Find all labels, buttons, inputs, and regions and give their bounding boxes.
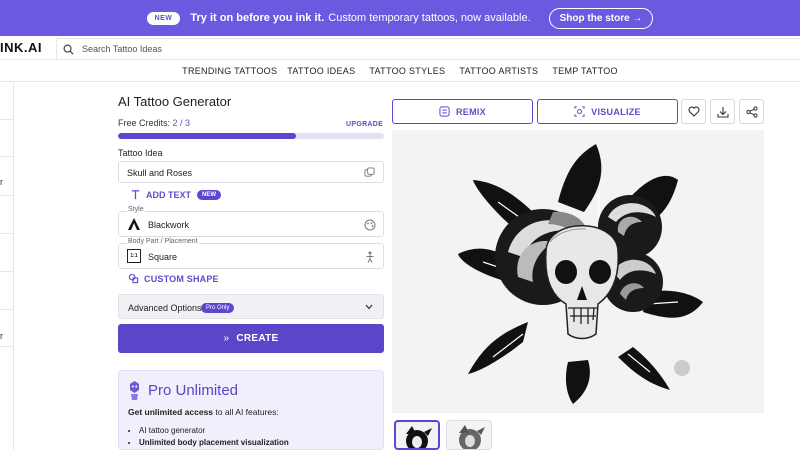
create-label: CREATE (236, 333, 279, 344)
remix-icon (439, 106, 450, 117)
add-text-button[interactable]: ADD TEXT NEW (130, 189, 221, 200)
advanced-options-toggle[interactable]: Advanced Options Pro Only (118, 294, 384, 319)
copy-icon[interactable] (364, 167, 375, 178)
variant-thumbnail-2[interactable] (446, 420, 492, 450)
credits-label: Free Credits: 2 / 3 (118, 118, 190, 128)
visualize-icon (574, 106, 585, 117)
logo[interactable]: INK.AI (0, 40, 42, 55)
search-icon (63, 44, 74, 55)
variant-thumbnail-1[interactable] (394, 420, 440, 450)
download-icon (716, 106, 729, 118)
square-ratio-icon: 1:1 (127, 249, 141, 263)
thumbnail-tattoo-image (406, 426, 432, 448)
add-text-label: ADD TEXT (146, 189, 191, 200)
left-sidebar: r r (0, 82, 14, 450)
style-label: Style (127, 206, 145, 213)
advanced-options-label: Advanced Options (128, 303, 202, 313)
palette-icon (364, 219, 376, 231)
placement-value: Square (148, 252, 178, 262)
generated-tattoo-preview[interactable] (392, 130, 764, 413)
nav-trending-tattoos[interactable]: TRENDING TATTOOS (177, 60, 282, 81)
custom-shape-button[interactable]: CUSTOM SHAPE (128, 273, 219, 284)
share-icon (745, 105, 758, 118)
tattoo-idea-label: Tattoo Idea (118, 148, 163, 158)
search-input[interactable]: Search Tattoo Ideas (56, 38, 800, 60)
placement-select[interactable]: Body Part / Placement 1:1 Square (118, 238, 384, 269)
heart-icon (687, 106, 700, 117)
remix-button[interactable]: REMIX (392, 99, 533, 124)
favorite-button[interactable] (681, 99, 706, 124)
pro-only-badge: Pro Only (201, 303, 235, 313)
remix-label: REMIX (455, 106, 486, 117)
pro-card-subtitle: Get unlimited access to all AI features: (128, 407, 279, 417)
promo-banner: NEW Try it on before you ink it. Custom … (0, 0, 800, 36)
style-value: Blackwork (148, 220, 190, 230)
main-nav: TRENDING TATTOOS TATTOO IDEAS TATTOO STY… (0, 60, 800, 82)
blackwork-style-thumbnail (128, 218, 140, 230)
nav-tattoo-styles[interactable]: TATTOO STYLES (360, 60, 450, 81)
site-header: INK.AI Search Tattoo Ideas (0, 36, 800, 60)
nav-temp-tattoo[interactable]: TEMP TATTOO (543, 60, 622, 81)
visualize-label: VISUALIZE (591, 106, 641, 117)
new-badge: NEW (146, 11, 181, 25)
visualize-button[interactable]: VISUALIZE (537, 99, 678, 124)
style-select[interactable]: Style Blackwork (118, 206, 384, 237)
nav-tattoo-ideas[interactable]: TATTOO IDEAS (282, 60, 360, 81)
tattoo-idea-value: Skull and Roses (127, 168, 193, 178)
tattoo-idea-input[interactable]: Skull and Roses (118, 161, 384, 183)
nav-tattoo-artists[interactable]: TATTOO ARTISTS (450, 60, 543, 81)
pro-feature-list: AI tattoo generator Unlimited body place… (139, 426, 289, 450)
credits-value: 2 / 3 (172, 118, 191, 128)
shop-store-button[interactable]: Shop the store → (548, 7, 654, 29)
promo-headline: Try it on before you ink it. (190, 12, 325, 24)
search-placeholder: Search Tattoo Ideas (82, 44, 162, 54)
credits-progress-bar (118, 133, 384, 139)
custom-shape-label: CUSTOM SHAPE (144, 273, 219, 284)
placement-label: Body Part / Placement (127, 238, 199, 245)
pro-feature-item: AI tattoo generator (139, 426, 289, 435)
pro-robot-icon (130, 381, 139, 400)
person-icon (366, 251, 374, 263)
chevron-down-icon (365, 304, 373, 310)
pro-card-subtitle-rest: to all AI features: (215, 407, 279, 417)
credits-progress-fill (118, 133, 297, 139)
credits-text: Free Credits: (118, 118, 171, 128)
text-icon (131, 190, 140, 200)
share-button[interactable] (739, 99, 764, 124)
skull-roses-tattoo-image (458, 144, 703, 404)
pro-card-subtitle-bold: Get unlimited access (128, 407, 214, 417)
download-button[interactable] (710, 99, 735, 124)
page-title: AI Tattoo Generator (118, 94, 232, 109)
promo-text: Custom temporary tattoos, now available. (328, 12, 531, 24)
new-badge: NEW (197, 189, 221, 200)
pro-unlimited-card: Pro Unlimited Get unlimited access to al… (118, 370, 384, 450)
pro-card-title: Pro Unlimited (148, 382, 239, 399)
thumbnail-tattoo-image (459, 425, 485, 449)
create-button[interactable]: » CREATE (118, 324, 384, 353)
double-chevron-icon: » (223, 333, 230, 344)
pro-feature-item: Unlimited body placement visualization (139, 438, 289, 447)
upgrade-link[interactable]: UPGRADE (346, 121, 383, 128)
shapes-icon (128, 273, 139, 284)
